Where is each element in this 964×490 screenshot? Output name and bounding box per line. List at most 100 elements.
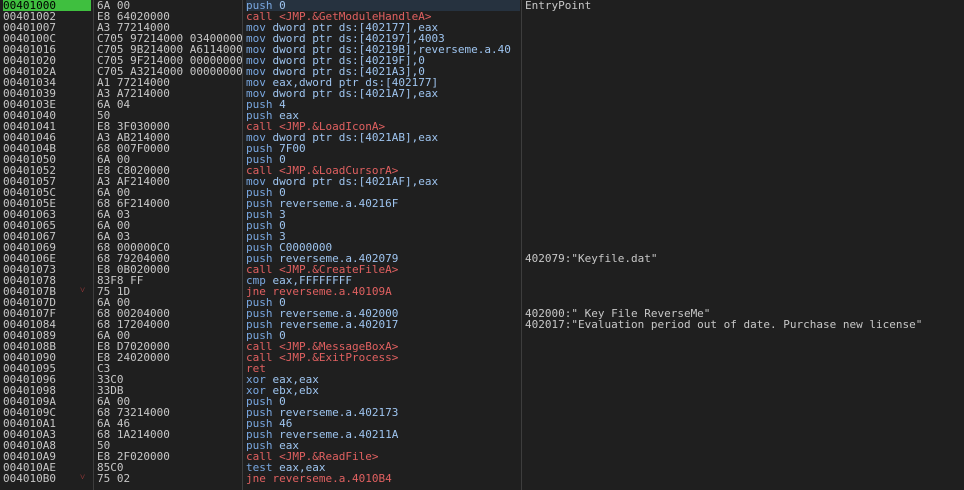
disassembly-row[interactable]: 00401040 50 push eax bbox=[0, 110, 964, 121]
address-cell[interactable]: 0040106E bbox=[3, 253, 91, 264]
instruction-cell[interactable]: xor ebx,ebx bbox=[246, 385, 520, 396]
disassembly-row[interactable]: 0040106E 68 79204000 push reverseme.a.4020… bbox=[0, 253, 964, 264]
disassembly-row[interactable]: 0040109A 6A 00 push 0 bbox=[0, 396, 964, 407]
address-cell[interactable]: 0040107F bbox=[3, 308, 91, 319]
instruction-cell[interactable]: mov dword ptr ds:[4021AF],eax bbox=[246, 176, 520, 187]
disassembly-row[interactable]: 00401069 68 000000C0 push C0000000 bbox=[0, 242, 964, 253]
instruction-cell[interactable]: push 0 bbox=[246, 330, 520, 341]
address-cell[interactable]: 00401084 bbox=[3, 319, 91, 330]
instruction-cell[interactable]: call <JMP.&ExitProcess> bbox=[246, 352, 520, 363]
disassembly-view[interactable]: 00401000 6A 00 push 0 EntryPoint 00401002 E8 … bbox=[0, 0, 964, 490]
disassembly-row[interactable]: 00401090 E8 24020000 call <JMP.&ExitProces… bbox=[0, 352, 964, 363]
address-cell[interactable]: 00401016 bbox=[3, 44, 91, 55]
address-cell[interactable]: 00401020 bbox=[3, 55, 91, 66]
instruction-cell[interactable]: mov dword ptr ds:[402177],eax bbox=[246, 22, 520, 33]
instruction-cell[interactable]: push reverseme.a.402079 bbox=[246, 253, 520, 264]
instruction-cell[interactable]: push C0000000 bbox=[246, 242, 520, 253]
instruction-cell[interactable]: cmp eax,FFFFFFFF bbox=[246, 275, 520, 286]
instruction-cell[interactable]: jne reverseme.a.4010B4 bbox=[246, 473, 520, 484]
instruction-cell[interactable]: call <JMP.&ReadFile> bbox=[246, 451, 520, 462]
instruction-cell[interactable]: ret bbox=[246, 363, 520, 374]
address-cell[interactable]: 00401090 bbox=[3, 352, 91, 363]
disassembly-row[interactable]: 00401039 A3 A7214000 mov dword ptr ds:[402… bbox=[0, 88, 964, 99]
disassembly-row[interactable]: 00401095 C3 ret bbox=[0, 363, 964, 374]
instruction-cell[interactable]: push 0 bbox=[246, 396, 520, 407]
disassembly-row[interactable]: 0040103E 6A 04 push 4 bbox=[0, 99, 964, 110]
disassembly-row[interactable]: 004010B0 ˅ 75 02 jne reverseme.a.4010B4 bbox=[0, 473, 964, 484]
address-cell[interactable]: 004010A3 bbox=[3, 429, 91, 440]
instruction-cell[interactable]: mov dword ptr ds:[4021AB],eax bbox=[246, 132, 520, 143]
disassembly-row[interactable]: 004010AE 85C0 test eax,eax bbox=[0, 462, 964, 473]
address-cell[interactable]: 0040108B bbox=[3, 341, 91, 352]
address-cell[interactable]: 00401000 bbox=[3, 0, 91, 11]
address-cell[interactable]: 00401073 bbox=[3, 264, 91, 275]
address-cell[interactable]: 00401089 bbox=[3, 330, 91, 341]
instruction-cell[interactable]: xor eax,eax bbox=[246, 374, 520, 385]
instruction-cell[interactable]: push 0 bbox=[246, 297, 520, 308]
address-cell[interactable]: 0040104B bbox=[3, 143, 91, 154]
disassembly-row[interactable]: 00401046 A3 AB214000 mov dword ptr ds:[402… bbox=[0, 132, 964, 143]
address-cell[interactable]: 0040107D bbox=[3, 297, 91, 308]
instruction-cell[interactable]: push 0 bbox=[246, 154, 520, 165]
instruction-cell[interactable]: mov dword ptr ds:[40219F],0 bbox=[246, 55, 520, 66]
instruction-cell[interactable]: push reverseme.a.402000 bbox=[246, 308, 520, 319]
instruction-cell[interactable]: push 0 bbox=[246, 220, 520, 231]
instruction-cell[interactable]: push 3 bbox=[246, 231, 520, 242]
comment-cell[interactable]: EntryPoint bbox=[525, 0, 591, 11]
address-cell[interactable]: 00401057 bbox=[3, 176, 91, 187]
disassembly-row[interactable]: 00401063 6A 03 push 3 bbox=[0, 209, 964, 220]
instruction-cell[interactable]: mov dword ptr ds:[4021A7],eax bbox=[246, 88, 520, 99]
disassembly-row[interactable]: 00401007 A3 77214000 mov dword ptr ds:[402… bbox=[0, 22, 964, 33]
address-cell[interactable]: 00401096 bbox=[3, 374, 91, 385]
address-cell[interactable]: 00401098 bbox=[3, 385, 91, 396]
disassembly-row[interactable]: 00401098 33DB xor ebx,ebx bbox=[0, 385, 964, 396]
disassembly-row[interactable]: 00401096 33C0 xor eax,eax bbox=[0, 374, 964, 385]
address-cell[interactable]: 0040109A bbox=[3, 396, 91, 407]
disassembly-row[interactable]: 004010A9 E8 2F020000 call <JMP.&ReadFile> bbox=[0, 451, 964, 462]
instruction-cell[interactable]: push 3 bbox=[246, 209, 520, 220]
instruction-cell[interactable]: push 46 bbox=[246, 418, 520, 429]
instruction-cell[interactable]: push reverseme.a.40216F bbox=[246, 198, 520, 209]
disassembly-row[interactable]: 004010A3 68 1A214000 push reverseme.a.4021… bbox=[0, 429, 964, 440]
instruction-cell[interactable]: push reverseme.a.40211A bbox=[246, 429, 520, 440]
disassembly-row[interactable]: 00401041 E8 3F030000 call <JMP.&LoadIconA> bbox=[0, 121, 964, 132]
address-cell[interactable]: 0040100C bbox=[3, 33, 91, 44]
disassembly-row[interactable]: 0040108B E8 D7020000 call <JMP.&MessageBox… bbox=[0, 341, 964, 352]
instruction-cell[interactable]: call <JMP.&LoadIconA> bbox=[246, 121, 520, 132]
instruction-cell[interactable]: call <JMP.&MessageBoxA> bbox=[246, 341, 520, 352]
instruction-cell[interactable]: mov dword ptr ds:[40219B],reverseme.a.40 bbox=[246, 44, 520, 55]
instruction-cell[interactable]: jne reverseme.a.40109A bbox=[246, 286, 520, 297]
address-cell[interactable]: 0040105C bbox=[3, 187, 91, 198]
disassembly-row[interactable]: 00401067 6A 03 push 3 bbox=[0, 231, 964, 242]
comment-cell[interactable]: 402017:"Evaluation period out of date. P… bbox=[525, 319, 922, 330]
instruction-cell[interactable]: mov eax,dword ptr ds:[402177] bbox=[246, 77, 520, 88]
disassembly-row[interactable]: 0040102A C705 A3214000 00000000 mov dword … bbox=[0, 66, 964, 77]
disassembly-row[interactable]: 00401016 C705 9B214000 A6114000 mov dword … bbox=[0, 44, 964, 55]
address-cell[interactable]: 00401007 bbox=[3, 22, 91, 33]
instruction-cell[interactable]: push 0 bbox=[246, 187, 520, 198]
disassembly-row[interactable]: 00401034 A1 77214000 mov eax,dword ptr ds:… bbox=[0, 77, 964, 88]
address-cell[interactable]: 0040105E bbox=[3, 198, 91, 209]
disassembly-row[interactable]: 00401050 6A 00 push 0 bbox=[0, 154, 964, 165]
disassembly-row[interactable]: 00401073 E8 0B020000 call <JMP.&CreateFile… bbox=[0, 264, 964, 275]
address-cell[interactable]: 004010A8 bbox=[3, 440, 91, 451]
disassembly-row[interactable]: 00401020 C705 9F214000 00000000 mov dword … bbox=[0, 55, 964, 66]
address-cell[interactable]: 004010B0 bbox=[3, 473, 91, 484]
instruction-cell[interactable]: push reverseme.a.402017 bbox=[246, 319, 520, 330]
disassembly-row[interactable]: 0040104B 68 007F0000 push 7F00 bbox=[0, 143, 964, 154]
address-cell[interactable]: 00401063 bbox=[3, 209, 91, 220]
address-cell[interactable]: 00401065 bbox=[3, 220, 91, 231]
address-cell[interactable]: 00401041 bbox=[3, 121, 91, 132]
disassembly-row[interactable]: 0040105C 6A 00 push 0 bbox=[0, 187, 964, 198]
address-cell[interactable]: 00401046 bbox=[3, 132, 91, 143]
disassembly-row[interactable]: 00401052 E8 C8020000 call <JMP.&LoadCursor… bbox=[0, 165, 964, 176]
address-cell[interactable]: 004010AE bbox=[3, 462, 91, 473]
address-cell[interactable]: 00401078 bbox=[3, 275, 91, 286]
address-cell[interactable]: 0040103E bbox=[3, 99, 91, 110]
disassembly-row[interactable]: 0040107B ˅ 75 1D jne reverseme.a.40109A bbox=[0, 286, 964, 297]
disassembly-row[interactable]: 0040107D 6A 00 push 0 bbox=[0, 297, 964, 308]
instruction-cell[interactable]: push eax bbox=[246, 110, 520, 121]
instruction-cell[interactable]: call <JMP.&CreateFileA> bbox=[246, 264, 520, 275]
disassembly-row[interactable]: 00401057 A3 AF214000 mov dword ptr ds:[402… bbox=[0, 176, 964, 187]
instruction-cell[interactable]: push 7F00 bbox=[246, 143, 520, 154]
